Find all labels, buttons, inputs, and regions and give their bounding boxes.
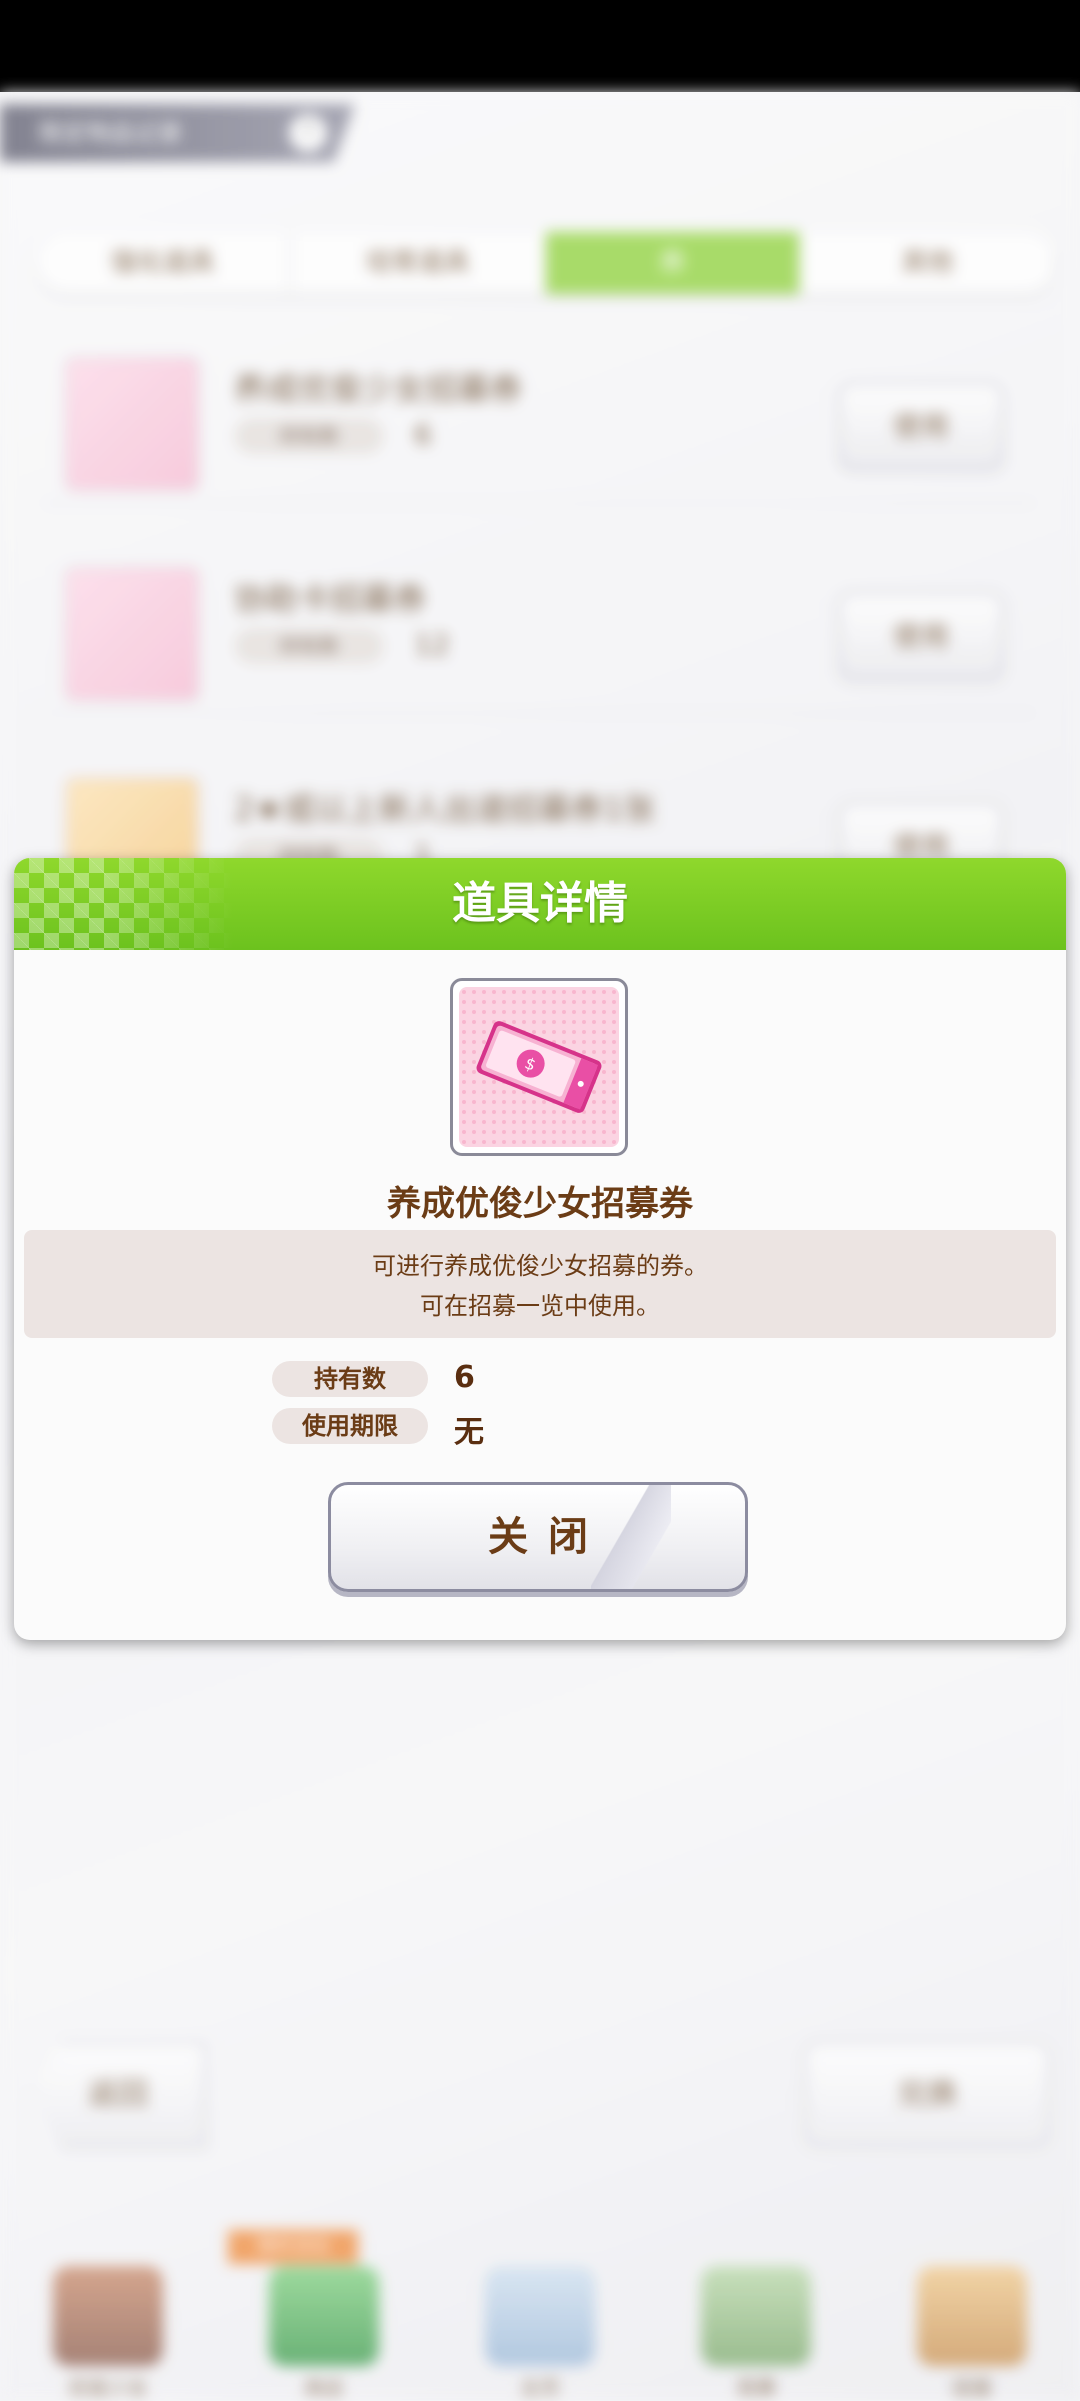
status-bar xyxy=(0,0,1080,92)
description-line: 可在招募一览中使用。 xyxy=(420,1292,660,1320)
close-button-label: 关闭 xyxy=(488,1514,608,1560)
owned-label: 持有数 xyxy=(272,1361,428,1397)
expiry-label: 使用期限 xyxy=(272,1408,428,1444)
description-line: 可进行养成优俊少女招募的券。 xyxy=(372,1252,708,1280)
owned-value: 6 xyxy=(454,1360,475,1395)
item-description: 可进行养成优俊少女招募的券。 可在招募一览中使用。 xyxy=(24,1230,1056,1338)
item-detail-dialog: 道具详情 $ 养成优俊少女招募券 可进行养成优俊少女招募的券。 可在招募一览中使… xyxy=(14,858,1066,1640)
close-button[interactable]: 关闭 xyxy=(328,1482,748,1592)
item-icon-frame: $ xyxy=(450,978,628,1156)
dialog-header: 道具详情 xyxy=(14,858,1066,950)
ticket-icon: $ xyxy=(459,987,619,1147)
item-name: 养成优俊少女招募券 xyxy=(387,1184,693,1224)
expiry-value: 无 xyxy=(454,1415,484,1450)
dialog-title: 道具详情 xyxy=(452,878,628,929)
